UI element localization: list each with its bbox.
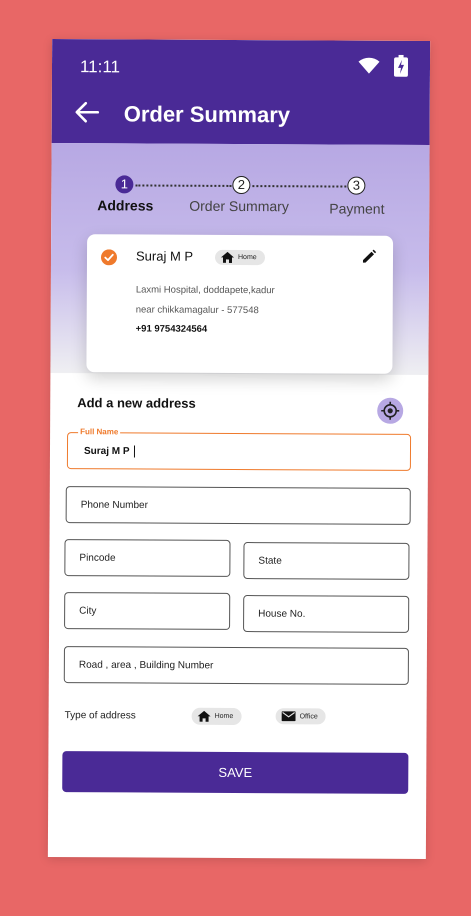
pincode-field[interactable]: Pincode: [64, 539, 231, 577]
text-caret: [133, 444, 135, 457]
back-arrow-icon[interactable]: [74, 99, 100, 125]
address-type-label: Home: [237, 253, 257, 262]
selected-address-card[interactable]: Suraj M P Home Laxmi Hospital, doddapete…: [86, 234, 394, 374]
step-2-label: Order Summary: [189, 197, 289, 215]
state-placeholder: State: [258, 555, 282, 567]
step-connector: [252, 185, 347, 188]
pencil-icon[interactable]: [361, 249, 377, 265]
office-option-label: Office: [299, 712, 318, 720]
home-icon: [197, 710, 211, 722]
address-type-office-option[interactable]: Office: [275, 708, 326, 725]
step-3-indicator[interactable]: 3: [347, 176, 366, 195]
full-name-label: Full Name: [78, 427, 121, 437]
full-name-field[interactable]: Full Name Suraj M P: [66, 427, 412, 471]
pincode-placeholder: Pincode: [79, 552, 116, 564]
step-1-label: Address: [97, 197, 154, 214]
home-icon: [221, 251, 235, 263]
step-2-indicator[interactable]: 2: [232, 175, 251, 195]
save-button[interactable]: SAVE: [62, 751, 409, 794]
phone-number-placeholder: Phone Number: [80, 499, 148, 511]
road-area-placeholder: Road , area , Building Number: [78, 659, 214, 671]
step-3-label: Payment: [329, 200, 385, 217]
phone-number-field[interactable]: Phone Number: [65, 486, 411, 525]
wifi-icon: [358, 57, 380, 74]
house-number-field[interactable]: House No.: [243, 595, 410, 633]
address-phone: +91 9754324564: [135, 323, 208, 335]
step-connector: [135, 184, 232, 187]
address-type-home-option[interactable]: Home: [191, 707, 242, 726]
location-target-icon: [381, 401, 400, 420]
city-placeholder: City: [79, 605, 97, 617]
full-name-value: Suraj M P: [84, 444, 135, 457]
address-line-2: near chikkamagalur - 577548: [135, 304, 259, 317]
address-type-heading: Type of address: [64, 710, 136, 722]
add-address-heading: Add a new address: [77, 395, 196, 411]
city-field[interactable]: City: [64, 592, 231, 630]
mail-icon: [281, 711, 296, 722]
app-bar: 11:11 Order Summary: [51, 39, 431, 145]
state-field[interactable]: State: [243, 542, 410, 580]
road-area-field[interactable]: Road , area , Building Number: [63, 646, 409, 685]
phone-screen: 11:11 Order Summary 1 2 3 Address Order …: [47, 39, 431, 859]
status-icons: [358, 54, 409, 77]
address-line-1: Laxmi Hospital, doddapete,kadur: [135, 284, 275, 297]
check-circle-icon: [101, 249, 118, 266]
step-1-indicator[interactable]: 1: [115, 175, 134, 194]
page-title: Order Summary: [123, 101, 291, 128]
address-name: Suraj M P: [135, 248, 194, 264]
use-location-button[interactable]: [377, 397, 404, 424]
battery-icon: [393, 54, 409, 77]
status-time: 11:11: [79, 57, 121, 77]
checkout-stepper: 1 2 3 Address Order Summary Payment: [51, 175, 429, 227]
home-option-label: Home: [214, 712, 234, 720]
address-type-badge: Home: [214, 249, 265, 266]
house-number-placeholder: House No.: [258, 608, 306, 620]
